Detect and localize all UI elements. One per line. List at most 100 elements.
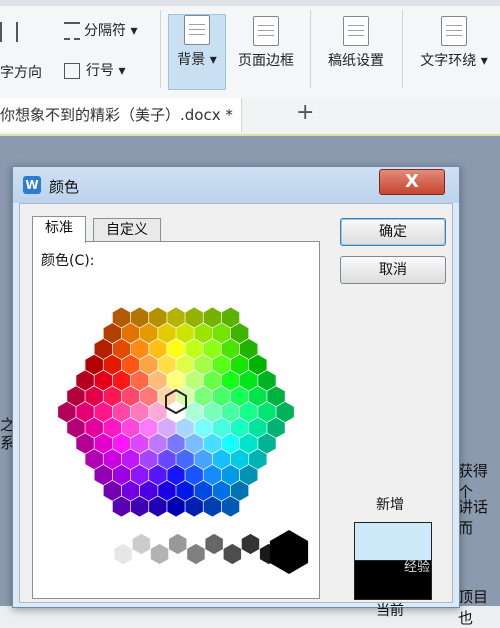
color-hex-cell[interactable] bbox=[221, 496, 240, 517]
color-hex-cell[interactable] bbox=[212, 449, 231, 470]
manuscript-settings-button[interactable]: 稿纸设置 bbox=[320, 16, 392, 88]
color-hex-cell[interactable] bbox=[112, 370, 131, 391]
color-hex-cell[interactable] bbox=[230, 354, 249, 375]
color-hex-cell[interactable] bbox=[185, 496, 203, 517]
color-hex-cell[interactable] bbox=[112, 433, 131, 454]
tab-custom[interactable]: 自定义 bbox=[93, 218, 161, 241]
background-button[interactable]: 背景 ▾ bbox=[168, 14, 226, 90]
color-hex-cell[interactable] bbox=[258, 370, 276, 391]
color-hex-cell[interactable] bbox=[103, 354, 122, 375]
color-hex-cell[interactable] bbox=[203, 496, 222, 517]
gray-hex-cell[interactable] bbox=[169, 533, 187, 555]
color-hex-cell[interactable] bbox=[212, 480, 231, 501]
cancel-button[interactable]: 取消 bbox=[340, 256, 446, 284]
color-hex-cell[interactable] bbox=[130, 496, 149, 517]
color-hex-cell[interactable] bbox=[185, 370, 203, 391]
color-hex-cell[interactable] bbox=[185, 401, 203, 423]
color-hex-cell[interactable] bbox=[94, 433, 113, 454]
color-hex-cell[interactable] bbox=[221, 464, 240, 486]
color-hex-cell[interactable] bbox=[230, 449, 249, 470]
color-hex-cell[interactable] bbox=[121, 354, 140, 375]
color-hex-cell[interactable] bbox=[240, 338, 258, 360]
color-hex-cell[interactable] bbox=[221, 338, 240, 360]
color-hex-cell[interactable] bbox=[76, 401, 94, 423]
color-hex-cell[interactable] bbox=[149, 307, 167, 328]
color-hex-cell[interactable] bbox=[94, 464, 113, 486]
color-hex-cell[interactable] bbox=[130, 338, 149, 360]
color-hex-cell[interactable] bbox=[149, 338, 167, 360]
color-hex-cell[interactable] bbox=[167, 307, 185, 328]
color-hex-cell[interactable] bbox=[121, 480, 140, 501]
line-number-button[interactable]: 行号 ▾ bbox=[64, 60, 125, 80]
color-hex-cell[interactable] bbox=[258, 401, 276, 423]
color-hex-cell[interactable] bbox=[194, 354, 213, 375]
color-hex-cell[interactable] bbox=[140, 323, 158, 344]
color-hex-cell[interactable] bbox=[130, 370, 149, 391]
gray-hex-cell[interactable] bbox=[132, 533, 151, 555]
gray-hex-cell[interactable] bbox=[205, 533, 223, 555]
color-hex-cell[interactable] bbox=[103, 386, 122, 407]
color-hex-cell[interactable] bbox=[121, 323, 140, 344]
color-hex-cell[interactable] bbox=[249, 354, 267, 375]
color-honeycomb[interactable] bbox=[33, 272, 319, 592]
color-hex-cell[interactable] bbox=[167, 370, 185, 391]
color-hex-cell[interactable] bbox=[130, 464, 149, 486]
color-hex-cell[interactable] bbox=[149, 401, 167, 423]
color-hex-cell[interactable] bbox=[176, 449, 194, 470]
color-hex-cell[interactable] bbox=[121, 417, 140, 438]
color-hex-cell[interactable] bbox=[85, 417, 103, 438]
color-hex-cell[interactable] bbox=[149, 496, 167, 517]
color-hex-cell[interactable] bbox=[249, 449, 267, 470]
new-tab-icon[interactable]: + bbox=[296, 100, 314, 125]
color-hex-cell[interactable] bbox=[76, 370, 94, 391]
color-hex-cell[interactable] bbox=[158, 323, 176, 344]
color-hex-cell[interactable] bbox=[167, 496, 185, 517]
color-hex-cell[interactable] bbox=[176, 323, 194, 344]
color-hex-cell[interactable] bbox=[221, 433, 240, 454]
color-hex-cell[interactable] bbox=[203, 307, 222, 328]
color-hex-cell[interactable] bbox=[85, 449, 103, 470]
tab-standard[interactable]: 标准 bbox=[32, 216, 86, 243]
color-hex-cell[interactable] bbox=[112, 401, 131, 423]
gray-hex-cell[interactable] bbox=[241, 533, 260, 555]
color-hex-cell[interactable] bbox=[140, 449, 158, 470]
color-hex-cell[interactable] bbox=[176, 480, 194, 501]
color-hex-cell[interactable] bbox=[85, 386, 103, 407]
color-hex-cell[interactable] bbox=[194, 386, 213, 407]
page-border-button[interactable]: 页面边框 bbox=[230, 16, 302, 88]
color-hex-cell[interactable] bbox=[112, 338, 131, 360]
color-hex-cell[interactable] bbox=[158, 417, 176, 438]
color-hex-cell[interactable] bbox=[212, 354, 231, 375]
color-hex-cell[interactable] bbox=[249, 417, 267, 438]
color-hex-cell[interactable] bbox=[149, 370, 167, 391]
color-hex-cell[interactable] bbox=[185, 433, 203, 454]
color-hex-cell[interactable] bbox=[212, 386, 231, 407]
color-hex-cell[interactable] bbox=[194, 449, 213, 470]
color-hex-cell[interactable] bbox=[194, 417, 213, 438]
color-hex-cell[interactable] bbox=[167, 338, 185, 360]
color-hex-cell[interactable] bbox=[130, 433, 149, 454]
color-hex-cell[interactable] bbox=[103, 417, 122, 438]
color-hex-cell[interactable] bbox=[149, 433, 167, 454]
color-hex-cell[interactable] bbox=[140, 354, 158, 375]
color-hex-cell[interactable] bbox=[58, 401, 76, 423]
gray-hex-cell[interactable] bbox=[114, 543, 132, 565]
color-hex-cell[interactable] bbox=[194, 480, 213, 501]
color-hex-cell[interactable] bbox=[130, 401, 149, 423]
color-hex-cell[interactable] bbox=[230, 323, 249, 344]
color-hex-cell[interactable] bbox=[112, 307, 131, 328]
text-wrap-button[interactable]: 文字环绕 ▾ bbox=[412, 16, 496, 88]
color-hex-cell[interactable] bbox=[240, 401, 258, 423]
color-hex-cell[interactable] bbox=[203, 338, 222, 360]
color-hex-cell[interactable] bbox=[203, 464, 222, 486]
color-hex-cell[interactable] bbox=[221, 307, 240, 328]
color-hex-cell[interactable] bbox=[230, 417, 249, 438]
color-hex-cell[interactable] bbox=[149, 464, 167, 486]
color-hex-cell[interactable] bbox=[158, 449, 176, 470]
color-hex-cell[interactable] bbox=[140, 480, 158, 501]
color-hex-cell[interactable] bbox=[67, 417, 85, 438]
separator-button[interactable]: 分隔符 ▾ bbox=[64, 20, 137, 40]
color-hex-cell[interactable] bbox=[112, 496, 131, 517]
color-hex-cell[interactable] bbox=[240, 433, 258, 454]
color-hex-cell[interactable] bbox=[121, 386, 140, 407]
